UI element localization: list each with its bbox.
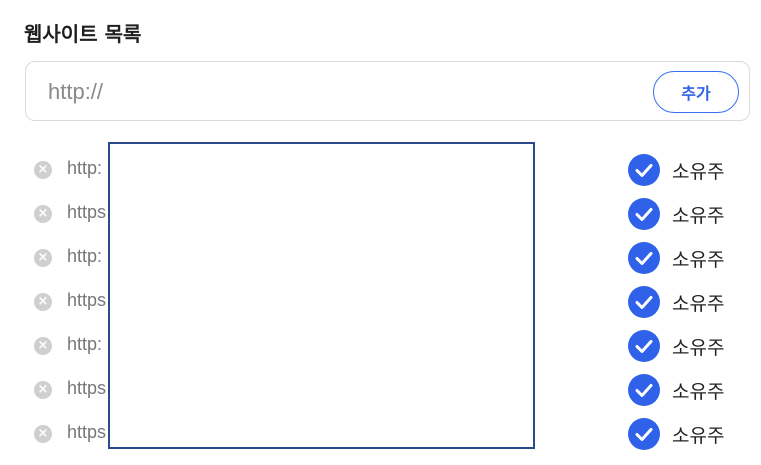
ownership-status: 소유주 [672,425,725,447]
remove-icon[interactable]: × [34,249,52,267]
section-title: 웹사이트 목록 [24,22,142,46]
check-circle-icon [628,418,660,450]
check-circle-icon [628,374,660,406]
site-url: https [67,290,107,310]
url-entry-box: 추가 [25,61,750,121]
remove-icon[interactable]: × [34,425,52,443]
ownership-status: 소유주 [672,205,725,227]
remove-icon[interactable]: × [34,337,52,355]
site-url: https [67,422,107,442]
check-circle-icon [628,286,660,318]
url-input[interactable] [46,76,610,108]
site-url: http: [67,334,103,354]
check-circle-icon [628,242,660,274]
remove-icon[interactable]: × [34,293,52,311]
site-url: https [67,378,107,398]
check-circle-icon [628,198,660,230]
ownership-status: 소유주 [672,161,725,183]
check-circle-icon [628,330,660,362]
site-url: http: [67,246,103,266]
remove-icon[interactable]: × [34,161,52,179]
ownership-status: 소유주 [672,293,725,315]
check-circle-icon [628,154,660,186]
ownership-status: 소유주 [672,249,725,271]
site-url: http: [67,158,103,178]
ownership-status: 소유주 [672,337,725,359]
redaction-box [108,142,535,449]
remove-icon[interactable]: × [34,205,52,223]
ownership-status: 소유주 [672,381,725,403]
site-url: https [67,202,107,222]
remove-icon[interactable]: × [34,381,52,399]
add-button[interactable]: 추가 [653,71,739,113]
